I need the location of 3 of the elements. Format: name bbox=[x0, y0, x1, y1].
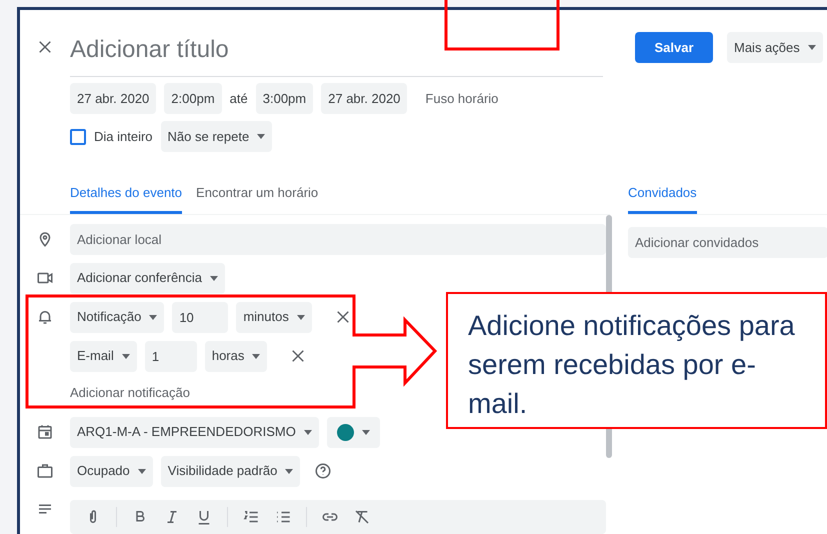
annotation-tooltip: Adicione notificações para serem recebidas por e-mail. bbox=[446, 292, 827, 429]
separator-text: até bbox=[230, 90, 248, 108]
checkbox-label: Dia inteiro bbox=[94, 128, 153, 146]
